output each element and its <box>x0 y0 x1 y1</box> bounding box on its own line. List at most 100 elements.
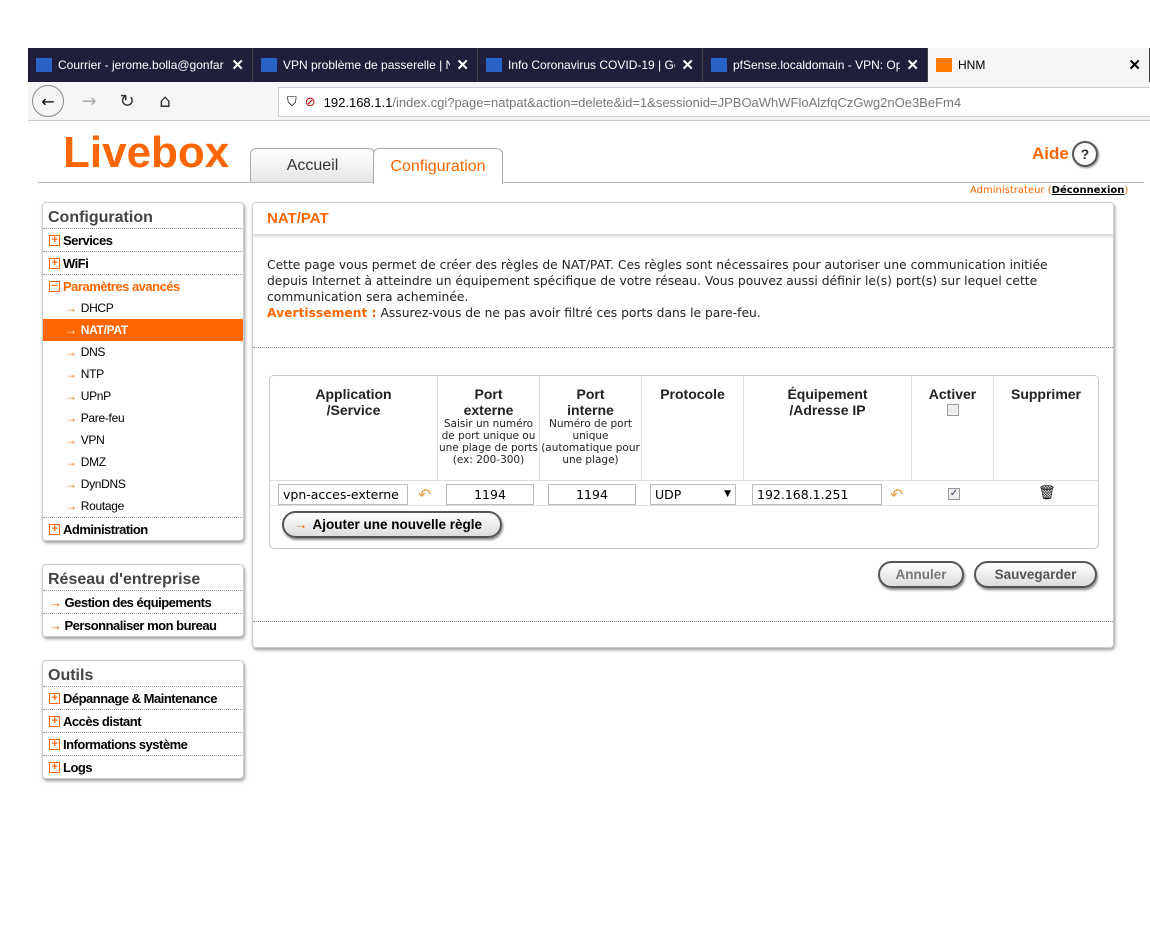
warning-text: Assurez-vous de ne pas avoir filtré ces … <box>376 306 761 320</box>
tab-configuration[interactable]: Configuration <box>373 148 503 184</box>
sidebar-item[interactable]: → Personnaliser mon bureau <box>43 613 243 636</box>
sidebar-title: Réseau d'entreprise <box>48 571 201 588</box>
sidebar-item[interactable]: + Services <box>43 228 243 251</box>
column-header: Application/Service <box>270 376 438 480</box>
sidebar-outils: Outils + Dépannage & Maintenance + Accès dis… <box>42 660 244 779</box>
ip-input[interactable]: 192.168.1.251 <box>752 484 882 505</box>
sidebar-subitem-label: NAT/PAT <box>80 323 129 337</box>
browser-tab[interactable]: pfSense.localdomain - VPN: Op ✕ <box>703 48 928 82</box>
sidebar-item-label: Personnaliser mon bureau <box>64 617 218 633</box>
column-title: Activer <box>928 386 977 402</box>
sidebar-item[interactable]: − Paramètres avancés <box>43 274 243 297</box>
cancel-button[interactable]: Annuler <box>878 561 964 588</box>
browser-tab[interactable]: Info Coronavirus COVID-19 | Go ✕ <box>478 48 703 82</box>
column-hint: Numéro de port unique (automatique pour … <box>541 418 640 466</box>
divider <box>253 347 1113 348</box>
sidebar-subitem-label: DHCP <box>80 301 114 315</box>
close-icon[interactable]: ✕ <box>231 56 244 74</box>
arrow-icon: → <box>65 499 77 513</box>
column-header: Port externe Saisir un numéro de port uniq… <box>438 376 540 480</box>
warning-label: Avertissement : <box>267 306 377 320</box>
close-icon[interactable]: ✕ <box>906 56 919 74</box>
sidebar-item[interactable]: + Accès distant <box>43 709 243 732</box>
trash-icon[interactable]: 🗑 <box>1038 485 1056 501</box>
column-title: Équipement/Adresse IP <box>787 386 868 418</box>
sidebar-reseau: Réseau d'entreprise → Gestion des équipeme… <box>42 564 244 637</box>
tab-accueil[interactable]: Accueil <box>250 148 375 183</box>
close-icon[interactable]: ✕ <box>1128 56 1141 74</box>
forward-button[interactable]: → <box>76 91 102 112</box>
orange-icon <box>936 58 952 72</box>
logout-link[interactable]: Déconnexion <box>1052 185 1125 196</box>
arrow-icon: → <box>65 345 77 359</box>
sidebar-subitem[interactable]: → DMZ <box>43 451 243 473</box>
internal-port-input[interactable]: 1194 <box>548 484 636 505</box>
expand-icon: + <box>49 692 60 704</box>
column-title: Protocole <box>660 386 725 402</box>
service-input[interactable]: vpn-acces-externe <box>278 484 408 505</box>
tab-title: pfSense.localdomain - VPN: Op <box>733 58 901 72</box>
enable-checkbox[interactable]: ✓ <box>948 488 960 500</box>
sidebar-subitem-label: DMZ <box>80 455 106 469</box>
help-link[interactable]: Aide? <box>1032 141 1098 167</box>
sidebar-item-label: Informations système <box>63 736 188 752</box>
arrow-icon: → <box>65 323 77 337</box>
column-title: Supprimer <box>1010 386 1081 402</box>
description-text: Cette page vous permet de créer des règl… <box>267 258 1048 304</box>
sidebar-item[interactable]: + WiFi <box>43 251 243 274</box>
sidebar-item[interactable]: + Logs <box>43 755 243 778</box>
close-icon[interactable]: ✕ <box>456 56 469 74</box>
select-all-checkbox[interactable] <box>946 404 959 416</box>
gov-icon <box>486 58 502 72</box>
expand-icon: + <box>49 523 60 535</box>
sidebar-item[interactable]: + Informations système <box>43 732 243 755</box>
sidebar-subitem[interactable]: → NAT/PAT <box>43 319 243 341</box>
sidebar-subitem[interactable]: → Pare-feu <box>43 407 243 429</box>
url-input[interactable]: ⛉ ⊘ 192.168.1.1/index.cgi?page=natpat&ac… <box>278 87 1150 117</box>
home-button[interactable]: ⌂ <box>152 91 178 112</box>
column-hint: Saisir un numéro de port unique ou une p… <box>438 418 539 466</box>
sidebar-item-label: Services <box>63 232 113 248</box>
arrow-icon: → <box>65 301 77 315</box>
sidebar-subitem[interactable]: → DynDNS <box>43 473 243 495</box>
sidebar-subitem[interactable]: → NTP <box>43 363 243 385</box>
sidebar-item[interactable]: + Administration <box>43 517 243 540</box>
arrow-icon: → <box>65 477 77 491</box>
browser-tab[interactable]: VPN problème de passerelle | N ✕ <box>253 48 478 82</box>
sidebar-subitem-label: Routage <box>80 499 125 513</box>
sidebar-item[interactable]: + Dépannage & Maintenance <box>43 686 243 709</box>
sidebar-item-label: WiFi <box>63 255 89 271</box>
sidebar-title: Outils <box>48 667 94 684</box>
add-rule-button[interactable]: → Ajouter une nouvelle règle <box>282 511 502 538</box>
sidebar-subitem[interactable]: → Routage <box>43 495 243 517</box>
help-label: Aide <box>1032 144 1069 163</box>
arrow-icon: → <box>65 389 77 403</box>
browser-tab[interactable]: HNM ✕ <box>928 48 1150 82</box>
sidebar-item[interactable]: → Gestion des équipements <box>43 590 243 613</box>
sidebar-subitem[interactable]: → VPN <box>43 429 243 451</box>
user-info: Administrateur (Déconnexion) <box>970 185 1129 196</box>
browser-tab[interactable]: Courrier - jerome.bolla@gonfar ✕ <box>28 48 253 82</box>
reload-button[interactable]: ↻ <box>114 91 140 112</box>
external-port-input[interactable]: 1194 <box>446 484 534 505</box>
dropdown-arrow-icon: ▼ <box>724 489 731 499</box>
back-button[interactable]: ← <box>32 85 64 117</box>
arrow-icon: → <box>65 367 77 381</box>
undo-icon[interactable]: ↶ <box>418 485 431 504</box>
close-icon[interactable]: ✕ <box>681 56 694 74</box>
expand-icon: + <box>49 715 60 727</box>
undo-icon[interactable]: ↶ <box>890 485 903 504</box>
sidebar-item-label: Accès distant <box>63 713 142 729</box>
sidebar-subitem[interactable]: → DHCP <box>43 297 243 319</box>
user-name: Administrateur <box>970 185 1045 196</box>
sidebar-subitem[interactable]: → UPnP <box>43 385 243 407</box>
tab-title: HNM <box>958 58 986 72</box>
sidebar-subitem[interactable]: → DNS <box>43 341 243 363</box>
column-header: Protocole <box>642 376 744 480</box>
expand-icon: + <box>49 761 60 773</box>
sidebar-subitem-label: VPN <box>80 433 105 447</box>
protocol-select[interactable]: UDP ▼ <box>650 484 736 505</box>
tab-title: Courrier - jerome.bolla@gonfar <box>58 58 224 72</box>
help-icon[interactable]: ? <box>1071 141 1098 167</box>
save-button[interactable]: Sauvegarder <box>974 561 1097 588</box>
